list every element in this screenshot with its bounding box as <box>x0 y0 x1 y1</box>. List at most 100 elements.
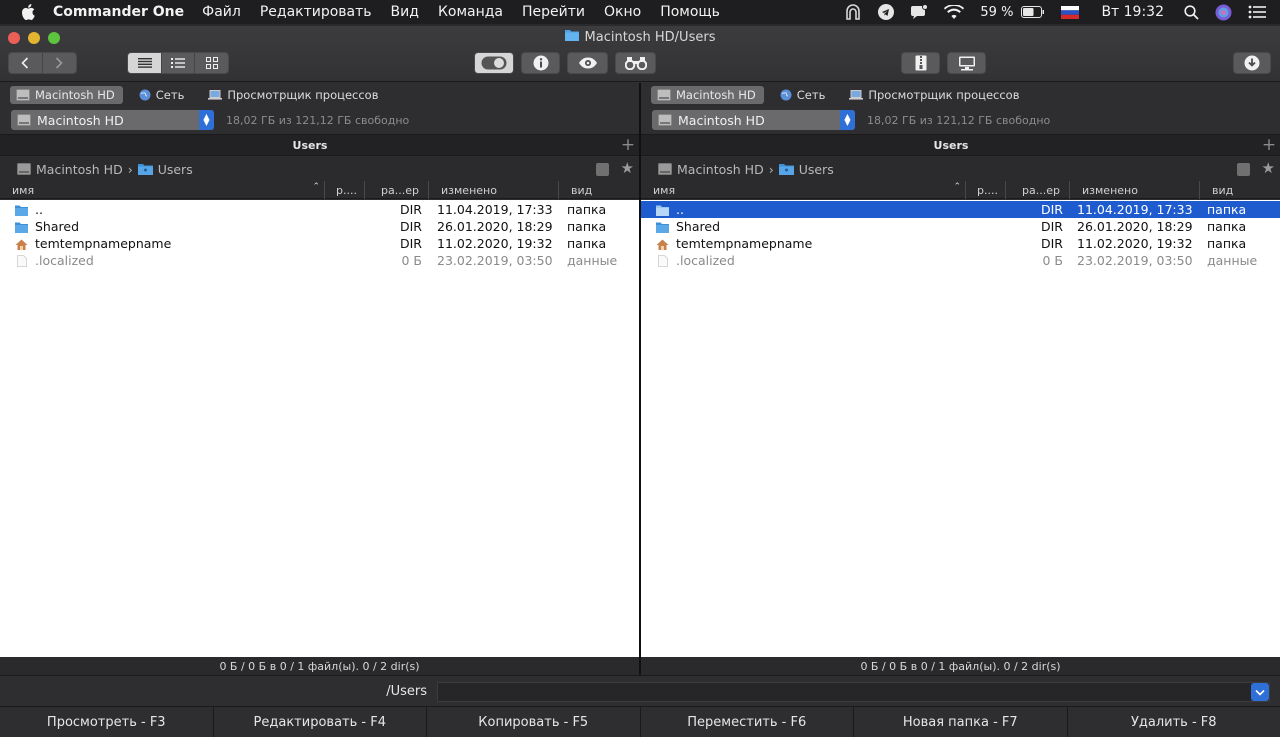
file-row-shared[interactable]: Shared DIR 26.01.2020, 18:29 папка <box>641 218 1280 235</box>
battery-icon[interactable] <box>1021 6 1045 18</box>
archive-button[interactable] <box>901 52 940 74</box>
folder-up-icon <box>15 204 28 216</box>
full-view-button[interactable] <box>162 53 195 73</box>
hard-drive-icon <box>17 114 31 126</box>
file-row-localized[interactable]: .localized 0 Б 23.02.2019, 03:50 данные <box>641 252 1280 269</box>
edit-f4-button[interactable]: Редактировать - F4 <box>214 707 427 737</box>
menu-command[interactable]: Команда <box>438 4 503 20</box>
column-kind[interactable]: вид <box>1200 181 1280 199</box>
right-drive-macintosh-hd[interactable]: Macintosh HD <box>651 86 764 104</box>
left-status-bar: 0 Б / 0 Б в 0 / 1 файл(ы). 0 / 2 dir(s) <box>0 657 639 676</box>
wifi-icon[interactable] <box>944 4 965 20</box>
left-drive-dropdown[interactable]: Macintosh HD ▲ ▼ <box>11 110 214 130</box>
left-favorites-star-icon[interactable]: ★ <box>621 159 634 177</box>
file-kind: папка <box>1207 219 1247 234</box>
right-drive-network[interactable]: Сеть <box>774 86 834 104</box>
left-add-tab-button[interactable]: + <box>620 135 636 155</box>
vpn-icon[interactable] <box>844 4 862 20</box>
eye-icon <box>578 57 597 69</box>
left-drive-network[interactable]: Сеть <box>133 86 193 104</box>
search-files-button[interactable] <box>615 52 656 74</box>
file-size: DIR <box>400 202 422 217</box>
left-tab-users[interactable]: Users <box>0 135 620 155</box>
file-row-home[interactable]: temtempnamepname DIR 11.02.2020, 19:32 п… <box>0 235 639 252</box>
forward-button[interactable] <box>42 53 76 73</box>
sort-asc-icon: ⌃ <box>312 182 320 192</box>
title-toolbar: Macintosh HD/Users <box>0 26 1280 82</box>
delete-f8-button[interactable]: Удалить - F8 <box>1068 707 1280 737</box>
column-modified[interactable]: изменено <box>429 181 559 199</box>
left-panel-square-button[interactable] <box>596 163 609 176</box>
detail-list-icon <box>171 58 185 68</box>
column-name[interactable]: имя ⌃ <box>641 181 966 199</box>
file-row-parent[interactable]: .. DIR 11.04.2019, 17:33 папка <box>0 201 639 218</box>
left-column-header: имя ⌃ р.... ра...ер изменено вид <box>0 181 639 199</box>
right-drive-process-viewer[interactable]: Просмотрщик процессов <box>843 86 1027 104</box>
column-modified[interactable]: изменено <box>1070 181 1200 199</box>
column-size[interactable]: ра...ер <box>365 181 429 199</box>
command-input[interactable] <box>437 682 1270 702</box>
toggle-hidden-files-button[interactable] <box>474 52 514 74</box>
notification-icon[interactable] <box>910 4 929 20</box>
left-drive-process-viewer[interactable]: Просмотрщик процессов <box>202 86 386 104</box>
column-kind[interactable]: вид <box>559 181 639 199</box>
column-ext[interactable]: р.... <box>966 181 1006 199</box>
move-f6-button[interactable]: Переместить - F6 <box>641 707 854 737</box>
hard-drive-icon <box>658 163 672 175</box>
right-file-list: .. DIR 11.04.2019, 17:33 папка Shared DI… <box>641 200 1280 676</box>
menu-help[interactable]: Помощь <box>660 4 720 20</box>
app-name-menu[interactable]: Commander One <box>53 4 184 20</box>
breadcrumb-drive[interactable]: Macintosh HD <box>36 162 123 177</box>
get-info-button[interactable] <box>521 52 560 74</box>
back-button[interactable] <box>9 53 43 73</box>
right-panel: Macintosh HD Сеть Просмотрщик процессов … <box>641 83 1280 676</box>
file-row-localized[interactable]: .localized 0 Б 23.02.2019, 03:50 данные <box>0 252 639 269</box>
column-size[interactable]: ра...ер <box>1006 181 1070 199</box>
menu-edit[interactable]: Редактировать <box>260 4 372 20</box>
view-f3-button[interactable]: Просмотреть - F3 <box>0 707 214 737</box>
right-tab-users[interactable]: Users <box>641 135 1261 155</box>
thumbnail-view-button[interactable] <box>195 53 228 73</box>
battery-percentage[interactable]: 59 % <box>980 5 1013 20</box>
menu-window[interactable]: Окно <box>604 4 641 20</box>
brief-view-button[interactable] <box>128 53 162 73</box>
file-kind: папка <box>1207 202 1247 217</box>
right-drive-dropdown[interactable]: Macintosh HD ▲ ▼ <box>652 110 855 130</box>
breadcrumb-folder[interactable]: Users <box>799 162 834 177</box>
file-row-shared[interactable]: Shared DIR 26.01.2020, 18:29 папка <box>0 218 639 235</box>
list-view-icon <box>137 58 152 68</box>
right-favorites-star-icon[interactable]: ★ <box>1262 159 1275 177</box>
file-row-home[interactable]: temtempnamepname DIR 11.02.2020, 19:32 п… <box>641 235 1280 252</box>
new-folder-f7-button[interactable]: Новая папка - F7 <box>854 707 1068 737</box>
breadcrumb-folder[interactable]: Users <box>158 162 193 177</box>
left-drive-macintosh-hd[interactable]: Macintosh HD <box>10 86 123 104</box>
input-language-flag-icon[interactable] <box>1061 5 1080 19</box>
command-history-dropdown[interactable] <box>1251 683 1269 701</box>
breadcrumb-drive[interactable]: Macintosh HD <box>677 162 764 177</box>
file-kind: папка <box>1207 236 1247 251</box>
spotlight-search-icon[interactable] <box>1184 4 1199 20</box>
quick-look-button[interactable] <box>567 52 608 74</box>
telegram-icon[interactable] <box>878 4 895 20</box>
notification-center-icon[interactable] <box>1248 5 1266 19</box>
menu-go[interactable]: Перейти <box>522 4 585 20</box>
copy-f5-button[interactable]: Копировать - F5 <box>427 707 641 737</box>
menubar-clock[interactable]: Вт 19:32 <box>1101 4 1164 20</box>
folder-icon <box>656 221 669 233</box>
menu-view[interactable]: Вид <box>391 4 419 20</box>
right-status-bar: 0 Б / 0 Б в 0 / 1 файл(ы). 0 / 2 dir(s) <box>641 657 1280 676</box>
users-folder-icon <box>778 164 794 175</box>
column-name[interactable]: имя ⌃ <box>0 181 325 199</box>
right-panel-square-button[interactable] <box>1237 163 1250 176</box>
file-row-parent-selected[interactable]: .. DIR 11.04.2019, 17:33 папка <box>641 201 1280 218</box>
menu-file[interactable]: Файл <box>202 4 241 20</box>
siri-icon[interactable] <box>1215 4 1232 21</box>
apple-icon[interactable] <box>21 4 35 20</box>
right-add-tab-button[interactable]: + <box>1261 135 1277 155</box>
window-title-area: Macintosh HD/Users <box>0 29 1280 45</box>
sort-asc-icon: ⌃ <box>953 182 961 192</box>
chevron-left-icon <box>21 57 29 69</box>
column-ext[interactable]: р.... <box>325 181 365 199</box>
connect-server-button[interactable] <box>947 52 986 74</box>
download-button[interactable] <box>1233 52 1271 74</box>
